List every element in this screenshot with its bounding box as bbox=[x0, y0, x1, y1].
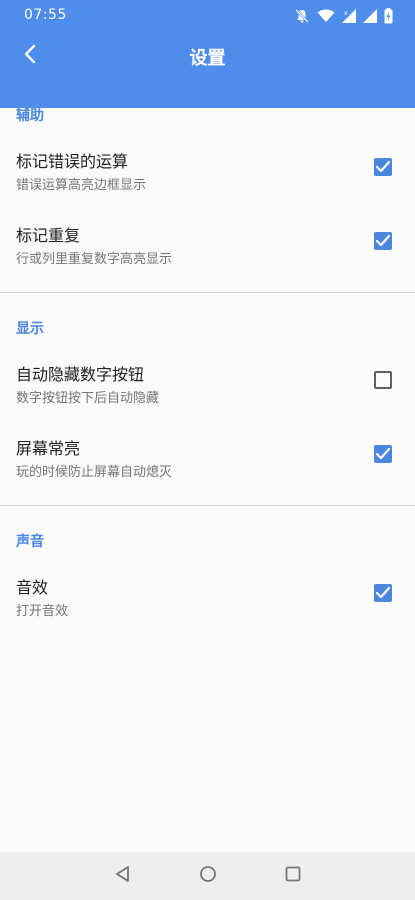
checkmark-icon bbox=[375, 447, 391, 460]
checkbox[interactable] bbox=[374, 584, 392, 602]
pref-sound-effects[interactable]: 音效 打开音效 bbox=[0, 568, 415, 642]
status-time: 07:55 bbox=[24, 7, 67, 23]
checkmark-icon bbox=[375, 586, 391, 599]
section-header-display: 显示 bbox=[16, 321, 44, 337]
back-triangle-icon bbox=[114, 865, 132, 887]
pref-title: 自动隐藏数字按钮 bbox=[16, 365, 145, 384]
settings-list: 辅助 标记错误的运算 错误运算高亮边框显示 标记重复 行或列里重复数字高亮显示 … bbox=[0, 80, 415, 642]
pref-title: 标记错误的运算 bbox=[16, 152, 129, 171]
signal-icon: x bbox=[342, 9, 356, 23]
status-icons: x bbox=[294, 6, 393, 26]
recents-square-icon bbox=[284, 865, 302, 887]
pref-title: 标记重复 bbox=[16, 226, 81, 245]
system-nav-bar bbox=[0, 852, 415, 900]
mute-bell-icon bbox=[294, 8, 310, 24]
checkbox[interactable] bbox=[374, 232, 392, 250]
status-bar: 07:55 x bbox=[0, 0, 415, 32]
pref-title: 音效 bbox=[16, 578, 49, 597]
toolbar: 设置 bbox=[0, 32, 415, 80]
nav-recents-button[interactable] bbox=[281, 864, 305, 888]
pref-summary: 玩的时候防止屏幕自动熄灭 bbox=[16, 465, 173, 480]
pref-title: 屏幕常亮 bbox=[16, 439, 81, 458]
pref-mark-errors[interactable]: 标记错误的运算 错误运算高亮边框显示 bbox=[0, 142, 415, 216]
signal-icon bbox=[363, 9, 377, 23]
pref-summary: 行或列里重复数字高亮显示 bbox=[16, 252, 173, 267]
page-title: 设置 bbox=[189, 48, 226, 69]
pref-auto-hide-number-buttons[interactable]: 自动隐藏数字按钮 数字按钮按下后自动隐藏 bbox=[0, 355, 415, 429]
section-header-sound: 声音 bbox=[16, 534, 44, 550]
checkbox[interactable] bbox=[374, 158, 392, 176]
pref-summary: 错误运算高亮边框显示 bbox=[16, 178, 147, 193]
pref-keep-screen-on[interactable]: 屏幕常亮 玩的时候防止屏幕自动熄灭 bbox=[0, 429, 415, 503]
pref-mark-duplicates[interactable]: 标记重复 行或列里重复数字高亮显示 bbox=[0, 216, 415, 290]
section-header-assist: 辅助 bbox=[16, 108, 44, 124]
nav-home-button[interactable] bbox=[196, 864, 220, 888]
battery-charging-icon bbox=[384, 8, 393, 24]
wifi-icon bbox=[317, 9, 335, 23]
checkmark-icon bbox=[375, 160, 391, 173]
checkbox[interactable] bbox=[374, 371, 392, 389]
nav-back-button[interactable] bbox=[111, 864, 135, 888]
svg-text:x: x bbox=[344, 10, 348, 17]
checkmark-icon bbox=[375, 234, 391, 247]
checkbox[interactable] bbox=[374, 445, 392, 463]
pref-summary: 数字按钮按下后自动隐藏 bbox=[16, 391, 160, 406]
pref-summary: 打开音效 bbox=[16, 604, 69, 619]
home-circle-icon bbox=[199, 865, 217, 887]
